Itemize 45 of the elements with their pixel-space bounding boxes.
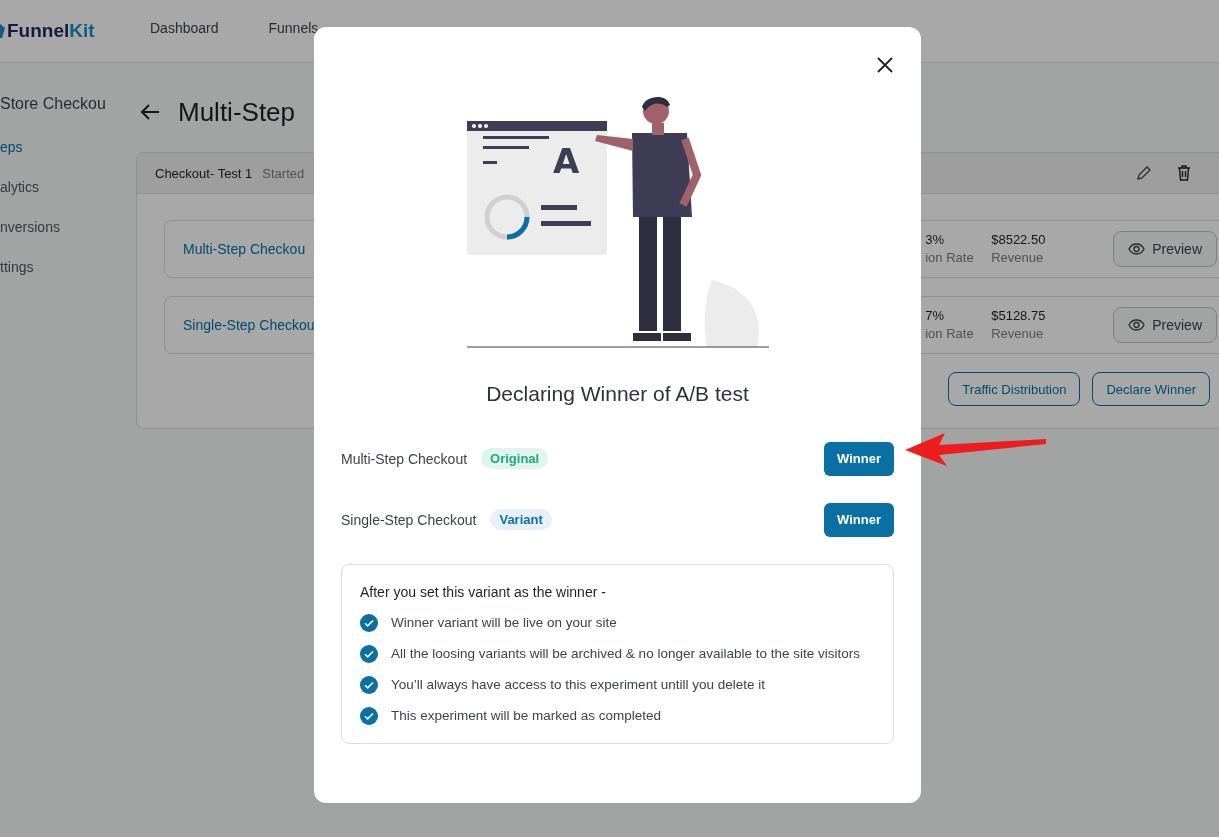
info-point: Winner variant will be live on your site: [391, 614, 617, 632]
revenue-value: $5128.75: [991, 307, 1047, 325]
revenue-label: Revenue: [991, 249, 1045, 267]
check-icon: [360, 645, 378, 663]
info-point: You’ll always have access to this experiment untill you delete it: [391, 676, 765, 694]
eye-icon: [1128, 319, 1146, 331]
experiment-name: Checkout- Test 1: [155, 165, 253, 181]
check-icon: [360, 614, 378, 632]
info-point: All the loosing variants will be archived & no longer available to the site visitors: [391, 645, 860, 663]
sidebar-item[interactable]: eps: [0, 139, 136, 179]
sidebar-title: Store Checkou: [0, 95, 107, 113]
nav-tab[interactable]: Funnels: [268, 20, 319, 36]
winner-button[interactable]: Winner: [824, 502, 894, 537]
action-button[interactable]: Traffic Distribution: [948, 372, 1081, 406]
info-heading: After you set this variant as the winner -: [360, 584, 607, 600]
person-presenting-drawing: A: [466, 95, 769, 348]
check-icon: [360, 676, 378, 694]
variant-badge: Original: [481, 448, 549, 469]
pencil-icon[interactable]: [1135, 164, 1153, 182]
modal-title: Declaring Winner of A/B test: [486, 382, 749, 406]
variant-name: Multi-Step Checkout: [341, 450, 468, 467]
trash-icon[interactable]: [1175, 164, 1193, 182]
eye-icon: [1128, 243, 1146, 255]
sidebar-item[interactable]: ttings: [0, 259, 136, 299]
revenue-label: Revenue: [991, 325, 1045, 343]
revenue-value: $8522.50: [991, 231, 1047, 249]
info-point: This experiment will be marked as completed: [391, 707, 662, 725]
preview-button[interactable]: Preview: [1113, 307, 1217, 343]
conversion-rate-label: ion Rate: [925, 249, 975, 267]
conversion-rate-label: ion Rate: [925, 325, 975, 343]
preview-button[interactable]: Preview: [1113, 231, 1217, 267]
conversion-rate-value: 7%: [925, 307, 945, 325]
close-icon[interactable]: [875, 55, 895, 75]
conversion-rate-value: 3%: [925, 231, 945, 249]
action-button[interactable]: Declare Winner: [1092, 372, 1210, 406]
page-title: Multi-Step: [178, 96, 296, 128]
sidebar-item[interactable]: nversions: [0, 219, 136, 259]
winner-button[interactable]: Winner: [824, 441, 894, 476]
experiment-status: Started: [262, 165, 305, 181]
sidebar-item[interactable]: alytics: [0, 179, 136, 219]
logo: FunnelKit: [0, 20, 150, 42]
variant-badge: Variant: [490, 509, 552, 530]
nav-tab[interactable]: Dashboard: [150, 20, 219, 36]
variant-name: Single-Step Checkout: [341, 511, 477, 528]
check-icon: [360, 707, 378, 725]
